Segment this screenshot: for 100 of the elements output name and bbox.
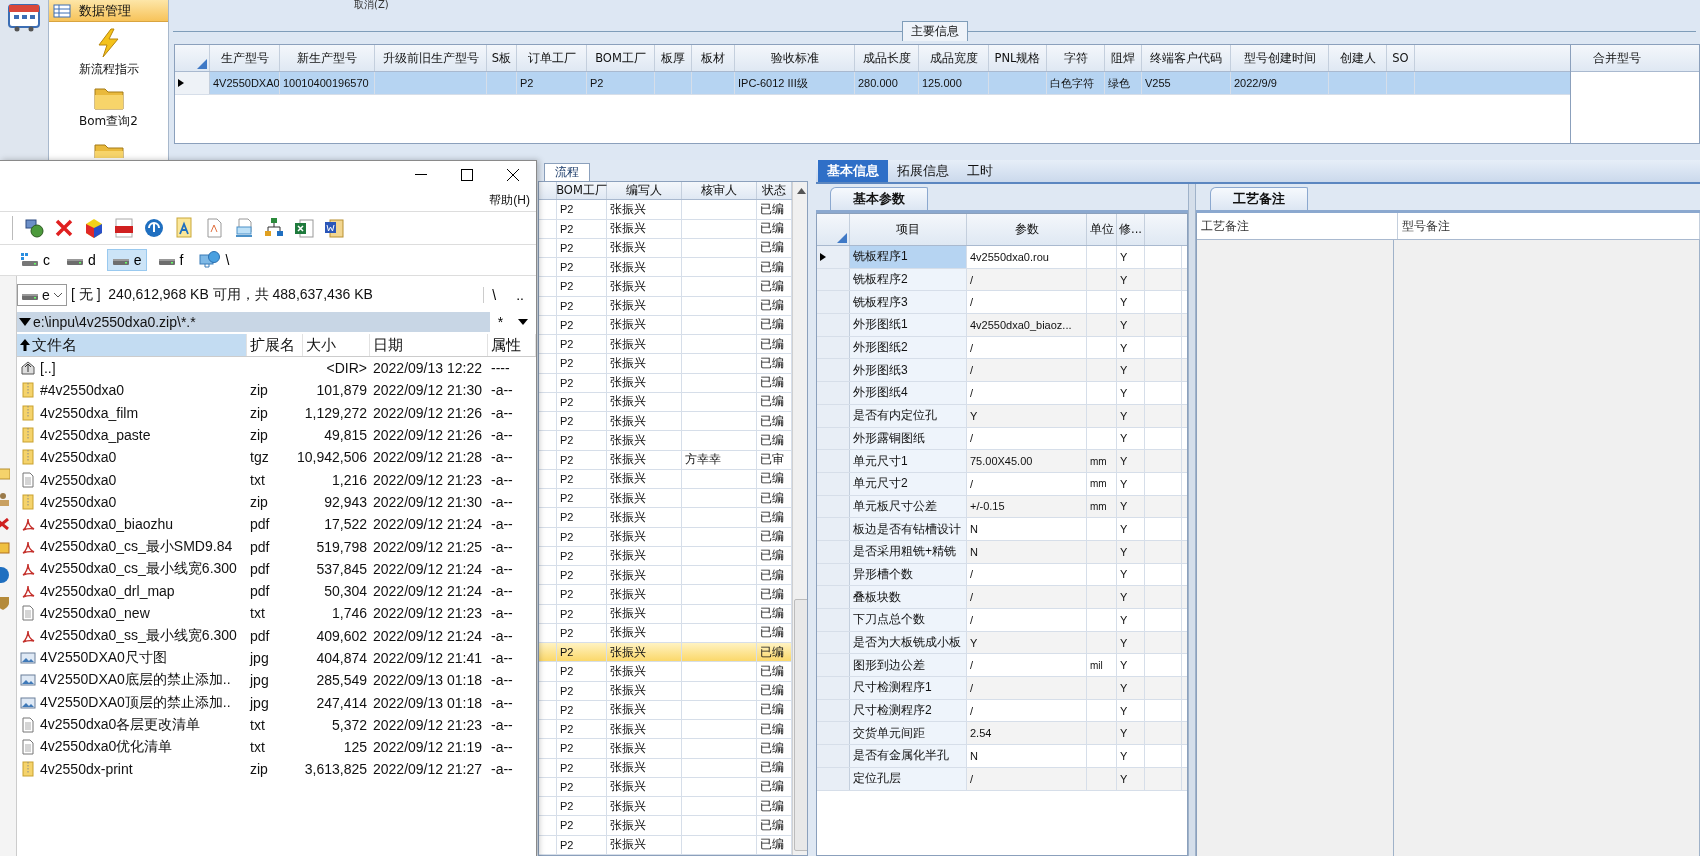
column-header[interactable]: 核审人 bbox=[682, 182, 757, 200]
file-name[interactable]: 4V2550DXA0尺寸图 bbox=[40, 649, 167, 667]
column-header[interactable]: 属性 bbox=[488, 334, 536, 356]
table-row[interactable]: P2 张振兴 已编 bbox=[539, 354, 792, 374]
scrollbar-thumb[interactable] bbox=[794, 599, 807, 851]
root-button[interactable]: \ bbox=[483, 287, 505, 303]
column-header[interactable]: 终端客户代码 bbox=[1142, 45, 1231, 71]
column-header[interactable]: 成品长度 bbox=[855, 45, 919, 71]
file-name[interactable]: 4v2550dxa0 bbox=[40, 493, 117, 510]
file-name[interactable]: 4v2550dxa0_new bbox=[40, 605, 150, 622]
splitter[interactable] bbox=[1188, 184, 1196, 856]
column-header[interactable]: 参数 bbox=[967, 214, 1087, 245]
file-name[interactable]: 4v2550dxa0_ss_最小线宽6.300 bbox=[40, 626, 237, 645]
file-name[interactable]: 4v2550dxa0_cs_最小SMD9.84 bbox=[40, 537, 233, 556]
table-row[interactable]: P2 张振兴 已编 bbox=[539, 662, 792, 682]
column-header[interactable]: 单位 bbox=[1087, 214, 1117, 245]
table-row[interactable]: P2 张振兴 已编 bbox=[539, 585, 792, 605]
drive-button[interactable]: \ bbox=[194, 249, 235, 271]
delete-icon[interactable] bbox=[53, 217, 75, 239]
cube-icon[interactable] bbox=[83, 217, 105, 239]
file-name[interactable]: 4V2550DXA0底层的禁止添加.. bbox=[40, 671, 231, 690]
table-row[interactable]: P2 张振兴 已编 bbox=[539, 797, 792, 817]
file-name[interactable]: 4v2550dxa0_biaozhu bbox=[40, 516, 174, 533]
pdf-icon[interactable] bbox=[113, 217, 135, 239]
drive-dropdown[interactable]: e bbox=[17, 284, 67, 306]
filter-button[interactable]: * bbox=[490, 314, 536, 330]
table-row[interactable]: P2 张振兴 已编 bbox=[539, 219, 792, 239]
file-name[interactable]: #4v2550dxa0 bbox=[40, 382, 125, 399]
computer-icon[interactable] bbox=[233, 217, 255, 239]
drive-button[interactable]: e bbox=[106, 249, 147, 271]
column-header[interactable]: 创建人 bbox=[1329, 45, 1387, 71]
file-name[interactable]: 4v2550dxa0各层更改清单 bbox=[40, 715, 201, 734]
font-file-icon[interactable] bbox=[173, 217, 195, 239]
table-row[interactable]: P2 张振兴 已编 bbox=[539, 373, 792, 393]
table-row[interactable]: P2 张振兴 已编 bbox=[539, 469, 792, 490]
table-row[interactable]: 4V2550DXA0 10010400196570 P2 P2 IPC-6012 III级 280.000 125.000 白色字符 绿色 V255 2022/9/9 bbox=[175, 72, 1570, 95]
nav-header[interactable]: 数据管理 bbox=[49, 0, 168, 22]
spreadsheet-icon[interactable] bbox=[293, 217, 315, 239]
table-row[interactable]: P2 张振兴 已编 bbox=[539, 431, 792, 451]
tab[interactable]: 拓展信息 bbox=[888, 160, 958, 182]
column-header[interactable]: 板材 bbox=[692, 45, 735, 71]
network-icon[interactable] bbox=[23, 217, 45, 239]
table-row[interactable]: P2 张振兴 已编 bbox=[539, 835, 792, 855]
table-row[interactable]: P2 张振兴 已编 bbox=[539, 277, 792, 297]
file-name[interactable]: 4v2550dxa_film bbox=[40, 404, 139, 421]
column-header[interactable]: 大小 bbox=[303, 334, 370, 356]
table-row[interactable]: P2 张振兴 已编 bbox=[539, 527, 792, 547]
column-header[interactable]: 编写人 bbox=[607, 182, 682, 200]
row-header[interactable] bbox=[817, 246, 850, 268]
column-header[interactable]: S板 bbox=[487, 45, 517, 71]
table-row[interactable]: P2 张振兴 已编 bbox=[539, 739, 792, 759]
column-header[interactable]: 阻焊 bbox=[1105, 45, 1142, 71]
nav-item[interactable]: Bom查询2 bbox=[79, 78, 138, 134]
table-row[interactable]: P2 张振兴 已编 bbox=[539, 777, 792, 798]
table-row[interactable]: P2 张振兴 已编 bbox=[539, 335, 792, 355]
table-row[interactable]: P2 张振兴 已编 bbox=[539, 392, 792, 413]
tab[interactable]: 基本参数 bbox=[830, 187, 928, 210]
file-name[interactable]: [..] bbox=[40, 360, 56, 377]
tab[interactable]: 工艺备注 bbox=[1210, 187, 1308, 210]
table-row[interactable]: P2 张振兴 已编 bbox=[539, 566, 792, 586]
column-header[interactable]: BOM工厂 bbox=[557, 182, 607, 200]
table-row[interactable]: P2 张振兴 已编 bbox=[539, 700, 792, 721]
file-name[interactable]: 4V2550DXA0顶层的禁止添加.. bbox=[40, 693, 231, 712]
table-row[interactable]: P2 张振兴 已编 bbox=[539, 489, 792, 509]
file-name[interactable]: 4v2550dxa0 bbox=[40, 471, 117, 488]
column-header[interactable]: 新生产型号 bbox=[280, 45, 375, 71]
column-header[interactable]: 板厚 bbox=[655, 45, 692, 71]
table-row[interactable]: P2 张振兴 已编 bbox=[539, 720, 792, 740]
column-header[interactable]: SO bbox=[1387, 45, 1415, 71]
file-name[interactable]: 4v2550dxa0_drl_map bbox=[40, 583, 175, 600]
tab[interactable]: 基本信息 bbox=[818, 160, 888, 182]
parent-button[interactable]: .. bbox=[508, 287, 532, 303]
drive-button[interactable]: c bbox=[16, 249, 55, 271]
table-row[interactable]: P2 张振兴 已编 bbox=[539, 758, 792, 778]
table-row[interactable]: P2 张振兴 已编 bbox=[539, 412, 792, 432]
column-header[interactable]: 项目 bbox=[850, 214, 967, 245]
column-header[interactable]: 型号备注 bbox=[1398, 213, 1700, 239]
cancel-label[interactable]: 取消(Z) bbox=[169, 0, 1700, 10]
table-row[interactable]: P2 张振兴 已编 bbox=[539, 238, 792, 259]
nav-item[interactable]: 新流程指示 bbox=[78, 22, 139, 78]
drive-button[interactable]: d bbox=[61, 249, 101, 271]
column-header[interactable]: 字符 bbox=[1047, 45, 1105, 71]
menu-item[interactable]: 帮助(H) bbox=[489, 191, 530, 209]
column-header[interactable]: 订单工厂 bbox=[517, 45, 587, 71]
table-row[interactable]: P2 张振兴 已编 bbox=[539, 315, 792, 336]
column-header[interactable]: 修... bbox=[1117, 214, 1145, 245]
column-header[interactable]: 验收标准 bbox=[735, 45, 855, 71]
column-header[interactable]: BOM工厂 bbox=[587, 45, 655, 71]
drive-button[interactable]: f bbox=[152, 249, 189, 271]
table-row[interactable]: P2 张振兴 已编 bbox=[539, 508, 792, 528]
file-name[interactable]: 4v2550dxa_paste bbox=[40, 427, 151, 444]
table-row[interactable]: P2 张振兴 已编 bbox=[539, 604, 792, 624]
table-row[interactable]: P2 张振兴 已编 bbox=[539, 816, 792, 836]
column-header[interactable]: 生产型号 bbox=[210, 45, 280, 71]
file-name[interactable]: 4v2550dxa0优化清单 bbox=[40, 738, 173, 757]
table-row[interactable]: P2 张振兴 已编 bbox=[539, 200, 792, 220]
column-header[interactable]: PNL规格 bbox=[989, 45, 1047, 71]
word-document-icon[interactable] bbox=[323, 217, 345, 239]
sitemap-icon[interactable] bbox=[263, 217, 285, 239]
table-row[interactable]: P2 张振兴 已编 bbox=[539, 681, 792, 701]
